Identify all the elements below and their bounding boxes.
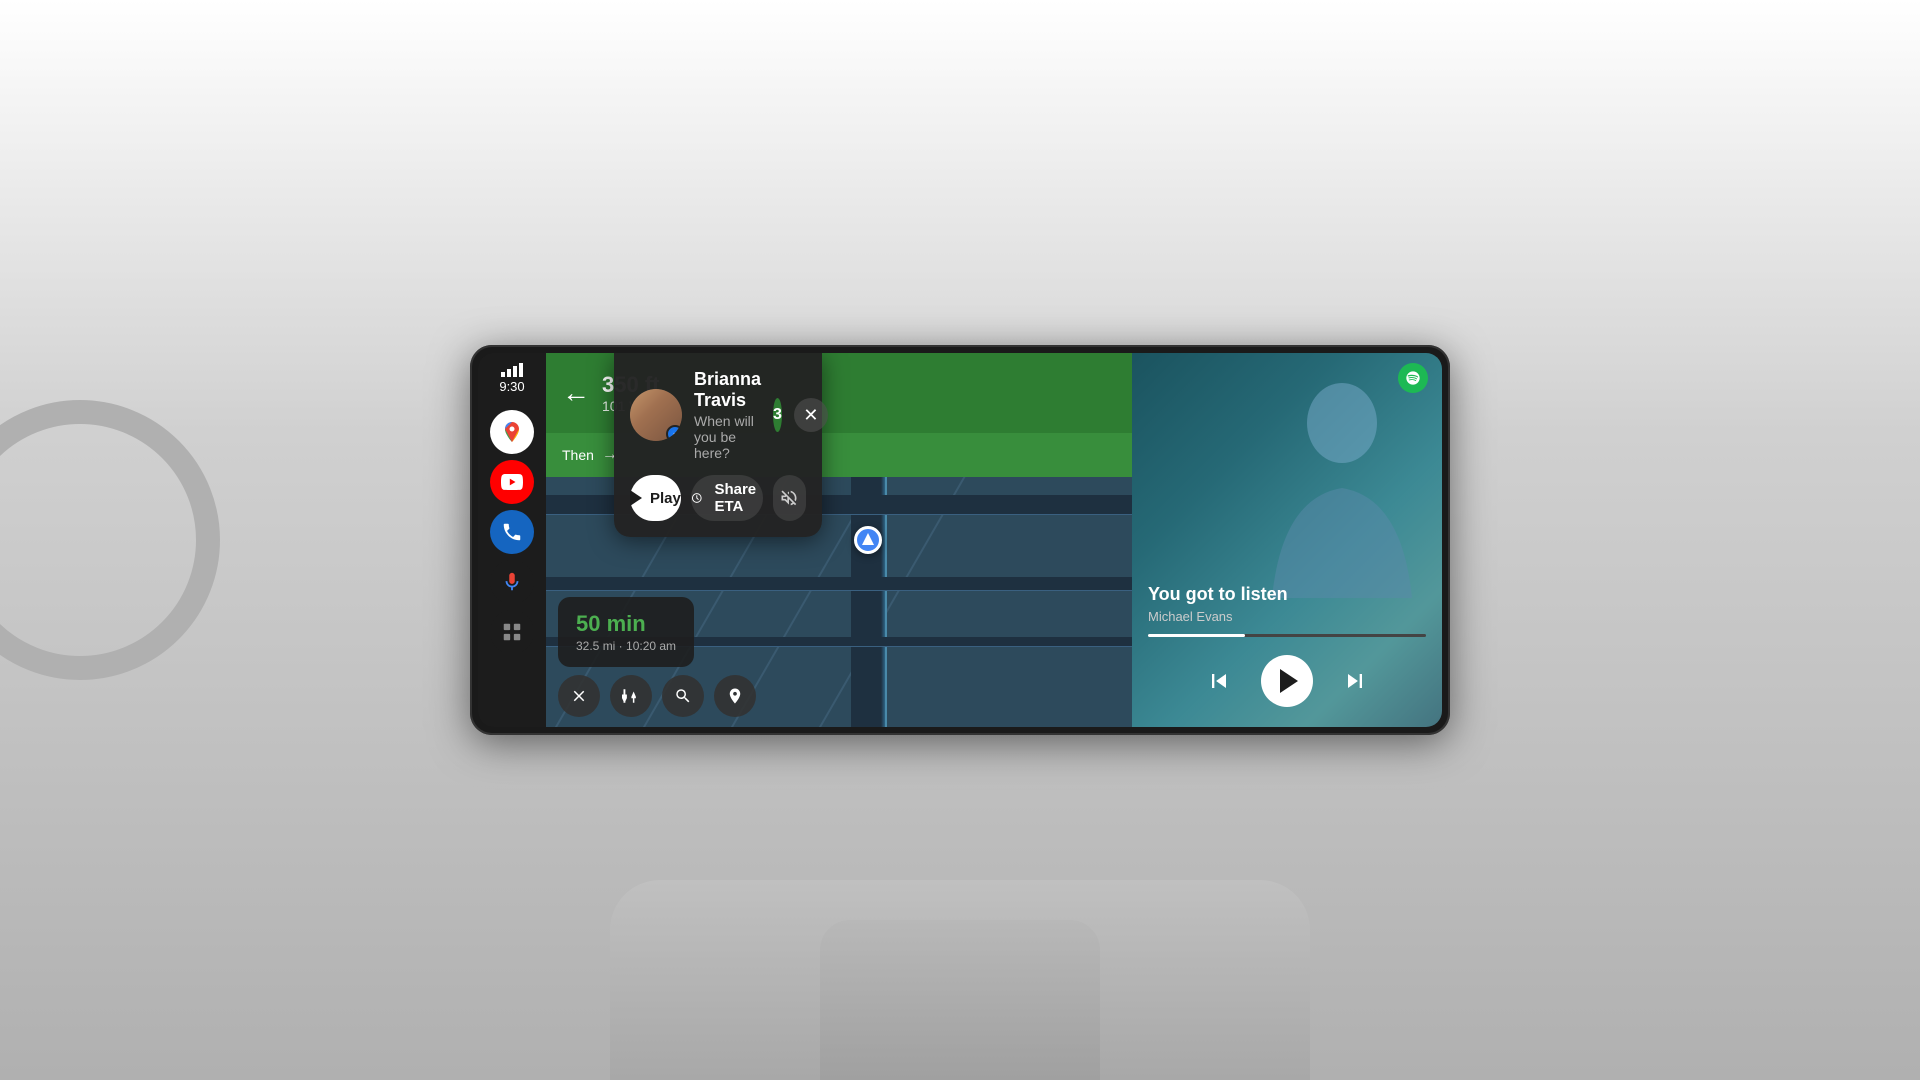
eta-minutes: 50 min — [576, 611, 676, 637]
sidebar-item-youtube[interactable] — [490, 460, 534, 504]
music-controls — [1132, 655, 1442, 707]
phone-icon — [501, 521, 523, 543]
signal-bar-3 — [513, 366, 517, 377]
screen-inner: 9:30 — [478, 353, 1442, 727]
notification-actions: Play Share ETA — [630, 475, 806, 521]
notification-message: When will you be here? — [694, 413, 761, 461]
location-pin — [854, 526, 882, 554]
mute-icon — [779, 488, 799, 508]
grid-icon — [501, 621, 523, 643]
mic-icon — [501, 571, 523, 593]
sidebar-item-mic[interactable] — [490, 560, 534, 604]
screen-bezel: 9:30 — [470, 345, 1450, 735]
notification-overlay: Brianna Travis When will you be here? 3 … — [614, 353, 822, 537]
youtube-icon — [501, 474, 523, 490]
play-label: Play — [650, 490, 681, 507]
play-pause-icon — [1280, 669, 1298, 693]
fork-icon — [622, 687, 640, 705]
spotify-logo — [1405, 370, 1421, 386]
search-icon — [674, 687, 692, 705]
skip-next-icon — [1341, 667, 1369, 695]
map-area: ← 350 ft 101 W Pac Then → 50 — [546, 353, 1132, 727]
eta-box: 50 min 32.5 mi · 10:20 am — [558, 597, 694, 667]
center-console — [820, 920, 1100, 1080]
then-label: Then — [562, 447, 594, 463]
album-figure-svg — [1252, 368, 1432, 598]
play-icon — [630, 490, 642, 506]
play-button[interactable]: Play — [630, 475, 681, 521]
signal-bar-2 — [507, 369, 511, 377]
track-title: You got to listen — [1148, 584, 1426, 605]
location-arrow-icon — [862, 533, 874, 545]
turn-arrow-icon: ← — [562, 377, 590, 409]
sidebar-item-maps[interactable] — [490, 410, 534, 454]
sidebar-item-grid[interactable] — [490, 610, 534, 654]
eta-details: 32.5 mi · 10:20 am — [576, 639, 676, 653]
music-progress-fill — [1148, 634, 1245, 637]
sender-name: Brianna Travis — [694, 369, 761, 411]
notification-count-badge: 3 — [773, 398, 782, 432]
signal-bar-1 — [501, 372, 505, 377]
track-artist: Michael Evans — [1148, 609, 1426, 624]
add-stop-button[interactable] — [714, 675, 756, 717]
avatar-badge — [666, 425, 682, 441]
music-progress-bar — [1148, 634, 1426, 637]
sidebar-item-phone[interactable] — [490, 510, 534, 554]
steering-wheel — [0, 400, 220, 680]
sender-avatar — [630, 389, 682, 441]
sidebar: 9:30 — [478, 353, 546, 727]
spotify-icon[interactable] — [1398, 363, 1428, 393]
mute-button[interactable] — [773, 475, 806, 521]
next-track-button[interactable] — [1337, 663, 1373, 699]
notification-close-button[interactable]: ✕ — [794, 398, 828, 432]
route-options-button[interactable] — [610, 675, 652, 717]
maps-icon — [500, 420, 524, 444]
music-info: You got to listen Michael Evans — [1132, 584, 1442, 637]
road-h2 — [546, 577, 1132, 591]
signal-icon — [501, 363, 523, 377]
cancel-route-button[interactable] — [558, 675, 600, 717]
album-art-figure — [1252, 368, 1432, 598]
notification-header: Brianna Travis When will you be here? 3 … — [630, 369, 806, 461]
messenger-icon — [670, 429, 680, 439]
previous-track-button[interactable] — [1201, 663, 1237, 699]
x-icon — [570, 687, 588, 705]
sidebar-time: 9:30 — [499, 379, 524, 394]
clock-icon — [691, 489, 703, 507]
search-button[interactable] — [662, 675, 704, 717]
skip-previous-icon — [1205, 667, 1233, 695]
music-panel: You got to listen Michael Evans — [1132, 353, 1442, 727]
share-eta-label: Share ETA — [714, 481, 762, 515]
pin-icon — [726, 687, 744, 705]
share-eta-button[interactable]: Share ETA — [691, 475, 763, 521]
map-actions — [558, 675, 756, 717]
notification-text: Brianna Travis When will you be here? — [694, 369, 761, 461]
dashboard: 9:30 — [0, 0, 1920, 1080]
music-play-pause-button[interactable] — [1261, 655, 1313, 707]
signal-bar-4 — [519, 363, 523, 377]
